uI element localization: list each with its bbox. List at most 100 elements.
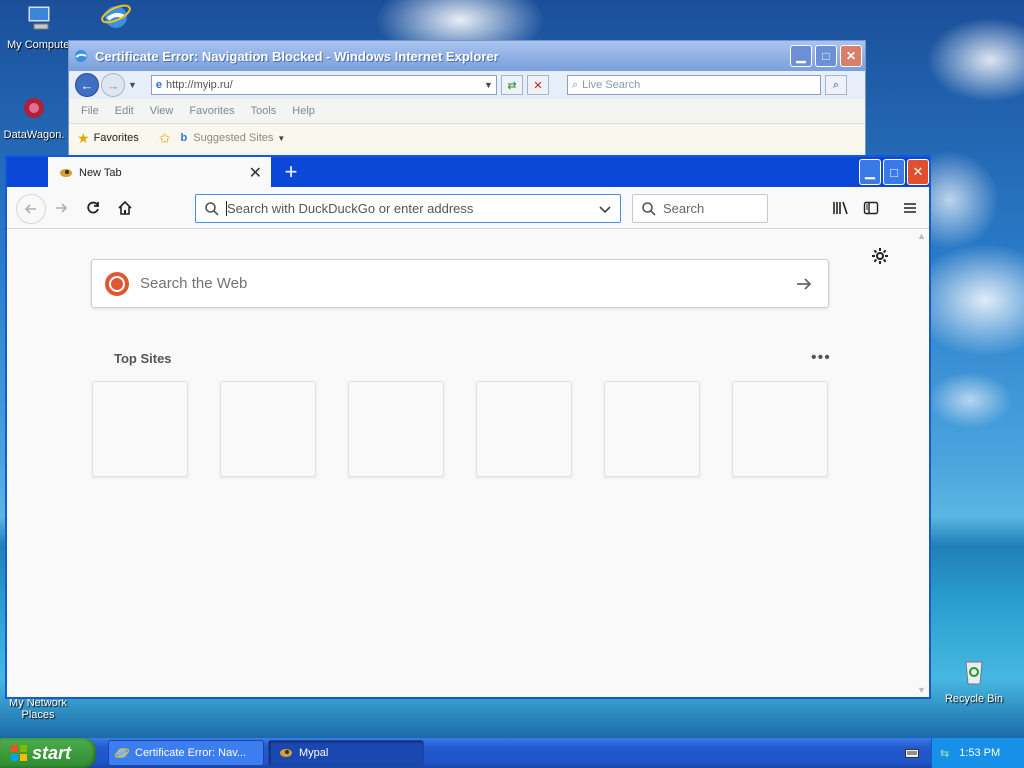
address-bar-placeholder: Search with DuckDuckGo or enter address [226,201,598,216]
new-tab-button[interactable]: + [279,159,303,184]
maximize-button[interactable]: □ [883,159,905,185]
ie-suggested-sites[interactable]: Suggested Sites [193,132,273,144]
tab-strip: New Tab ✕ + ▁ □ ✕ [7,157,929,188]
desktop-icon-label: DataWagon. [3,129,65,141]
top-site-tile[interactable] [220,381,316,477]
top-sites-more-button[interactable]: ••• [811,349,831,367]
top-site-tile[interactable] [604,381,700,477]
minimize-button[interactable]: ▁ [859,159,881,185]
ie-close-button[interactable]: ✕ [840,45,862,67]
arrow-right-icon[interactable] [794,274,814,294]
sidebar-icon [863,201,879,215]
top-site-tile[interactable] [732,381,828,477]
taskbar-button-mypal[interactable]: Mypal [268,740,424,766]
ie-minimize-button[interactable]: ▁ [790,45,812,67]
ie-page-icon: e [155,79,163,91]
scroll-down-icon[interactable]: ▼ [917,685,926,695]
library-button[interactable] [830,197,852,219]
stop-icon: ✕ [533,79,543,92]
star-icon: ★ [77,129,90,146]
my-computer-icon [27,5,51,30]
more-options-icon: ••• [811,349,831,366]
scroll-up-icon[interactable]: ▲ [917,231,926,241]
web-search-box[interactable]: Search the Web [91,259,829,308]
tab-new-tab[interactable]: New Tab ✕ [48,157,271,188]
desktop-icon-recycle-bin[interactable]: Recycle Bin [934,656,1014,705]
gear-icon [872,248,888,264]
web-search-placeholder: Search the Web [140,275,248,292]
top-site-tile[interactable] [92,381,188,477]
chevron-down-icon[interactable] [598,202,612,216]
windows-logo-icon [11,745,27,761]
top-site-tile[interactable] [348,381,444,477]
ie-menu-file[interactable]: File [81,105,99,117]
menu-button[interactable] [899,197,921,219]
top-site-tile[interactable] [476,381,572,477]
sidebar-button[interactable] [860,197,882,219]
home-icon [118,200,132,215]
ie-menu-help[interactable]: Help [292,105,315,117]
maximize-icon: □ [822,49,830,63]
reload-icon [87,201,99,214]
ie-menu-favorites[interactable]: Favorites [189,105,234,117]
minimize-icon: ▁ [796,49,806,63]
desktop-icon-datawagon[interactable]: DataWagon. [0,92,74,141]
vertical-scrollbar[interactable]: ▲ ▼ [915,229,929,697]
ie-history-dropdown-icon[interactable]: ▼ [128,80,137,90]
close-icon: ✕ [912,164,924,179]
close-icon: ✕ [845,49,857,63]
start-label: start [32,742,72,763]
desktop-icon-ie[interactable] [76,0,156,37]
mypal-icon [280,749,292,757]
maximize-icon: □ [890,164,898,180]
forward-button[interactable] [50,197,72,219]
desktop-icon-network-places[interactable]: My Network Places [0,697,78,721]
taskbar: start Certificate Error: Nav... Mypal ⇆ … [0,738,1024,768]
recycle-bin-icon [965,661,983,685]
system-tray: ⇆ 1:53 PM [931,738,1024,768]
search-bar[interactable]: Search [632,194,768,223]
datawagon-icon [24,98,44,118]
add-favorite-icon[interactable]: ✩ [159,130,171,147]
bing-icon: b [180,132,188,144]
home-button[interactable] [114,197,136,219]
ie-navbar: ← → ▼ e http://myip.ru/ ▼ ⇄ ✕ ⌕ Live Sea… [69,71,865,99]
window-controls: ▁ □ ✕ [857,159,929,185]
close-button[interactable]: ✕ [907,159,929,185]
forward-arrow-icon: → [106,77,120,93]
ie-menu-tools[interactable]: Tools [251,105,277,117]
ie-search-button[interactable]: ⌕ [824,75,847,95]
ie-forward-button[interactable]: → [101,73,125,97]
search-icon: ⌕ [832,78,839,91]
back-button[interactable] [16,194,46,224]
taskbar-button-ie[interactable]: Certificate Error: Nav... [108,740,264,766]
search-bar-placeholder: Search [663,201,705,216]
ie-favorites-button[interactable]: Favorites [94,132,139,144]
tab-close-icon[interactable]: ✕ [249,163,262,183]
chevron-down-icon[interactable]: ▼ [484,80,493,90]
network-status-icon[interactable]: ⇆ [940,747,949,760]
ie-menu-view[interactable]: View [150,105,174,117]
ie-window-title: Certificate Error: Navigation Blocked - … [95,48,499,64]
ie-search-box[interactable]: ⌕ Live Search [566,75,821,95]
ie-address-bar[interactable]: e http://myip.ru/ ▼ [150,75,497,95]
chevron-down-icon[interactable]: ▼ [277,134,285,143]
page-settings-button[interactable] [871,247,889,268]
ie-window: Certificate Error: Navigation Blocked - … [68,40,866,164]
duckduckgo-icon [105,271,129,296]
keyboard-icon[interactable] [905,747,919,762]
ie-search-placeholder: Live Search [582,79,641,91]
ie-maximize-button[interactable]: □ [815,45,837,67]
plus-icon: + [284,159,298,184]
ie-refresh-button[interactable]: ⇄ [500,75,523,95]
reload-button[interactable] [82,197,104,219]
search-icon: ⌕ [571,78,579,91]
start-button[interactable]: start [0,738,96,768]
ie-titlebar[interactable]: Certificate Error: Navigation Blocked - … [69,41,865,71]
ie-stop-button[interactable]: ✕ [526,75,549,95]
ie-menu-edit[interactable]: Edit [115,105,134,117]
ie-back-button[interactable]: ← [75,73,99,97]
refresh-icon: ⇄ [507,79,517,92]
nav-toolbar: Search with DuckDuckGo or enter address … [7,187,929,229]
address-bar[interactable]: Search with DuckDuckGo or enter address [195,194,621,223]
